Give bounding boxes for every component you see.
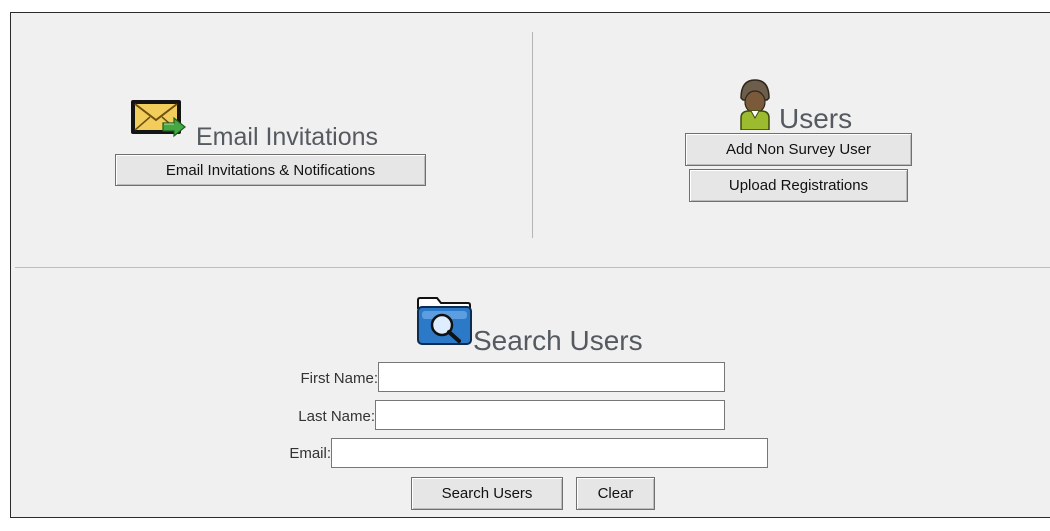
horizontal-divider [15,267,1050,268]
add-non-survey-user-button[interactable]: Add Non Survey User [685,133,912,166]
search-users-heading: Search Users [473,325,643,356]
clear-button[interactable]: Clear [576,477,655,510]
search-users-button[interactable]: Search Users [411,477,563,510]
envelope-icon [130,99,188,144]
first-name-input[interactable] [378,362,725,392]
email-invitations-button[interactable]: Email Invitations & Notifications [115,154,426,186]
upload-registrations-button[interactable]: Upload Registrations [689,169,908,202]
last-name-label: Last Name: [298,408,375,425]
vertical-divider [532,32,533,238]
email-input[interactable] [331,438,768,468]
email-label: Email: [289,445,331,462]
users-heading: Users [779,103,853,134]
folder-search-icon [415,296,475,351]
first-name-label: First Name: [300,370,378,387]
email-invitations-heading: Email Invitations [196,123,379,151]
admin-panel: Email Invitations Email Invitations & No… [10,12,1050,518]
last-name-input[interactable] [375,400,725,430]
user-icon [737,78,773,135]
